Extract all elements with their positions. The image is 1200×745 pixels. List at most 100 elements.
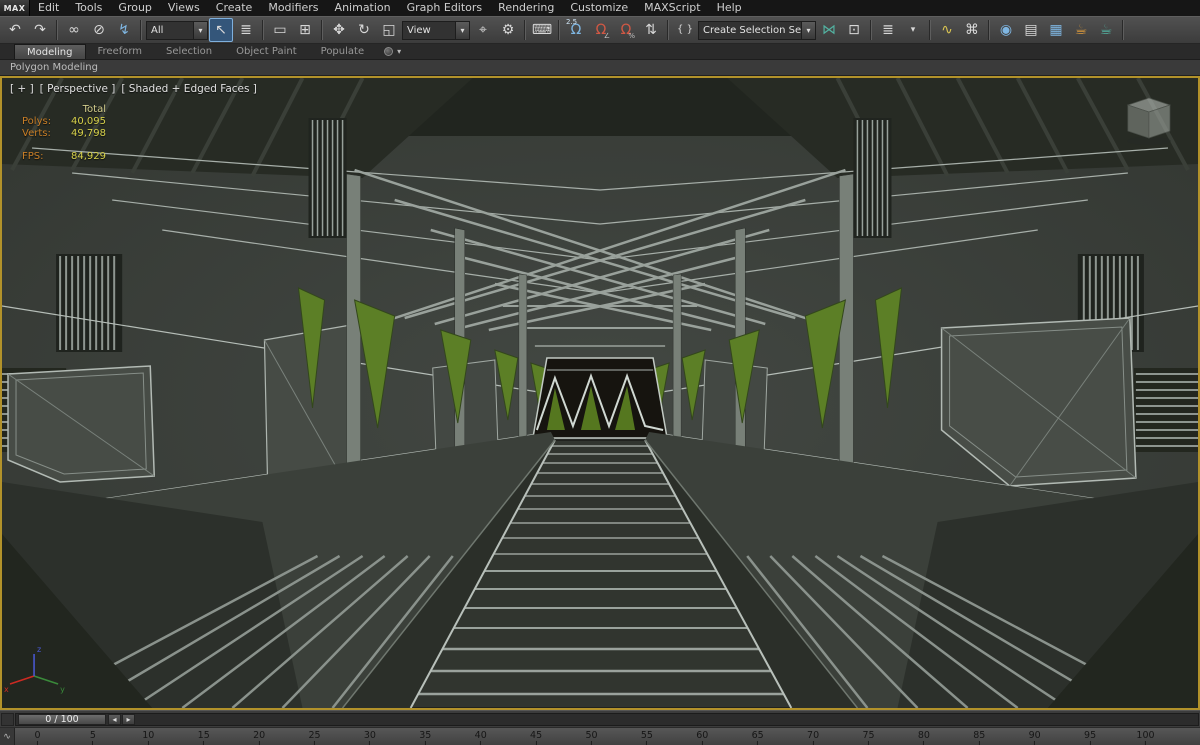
unlink-selection-icon[interactable]: ⊘ bbox=[87, 18, 111, 42]
trackbar-tick-95: 95 bbox=[1084, 730, 1096, 745]
mirror-icon[interactable]: ⋈ bbox=[817, 18, 841, 42]
angle-snap-icon[interactable]: Ω ∠ bbox=[589, 18, 613, 42]
menu-views[interactable]: Views bbox=[160, 0, 208, 16]
named-selection-sets-value: Create Selection Se bbox=[703, 24, 801, 36]
reference-coordinate-value: View bbox=[407, 24, 431, 36]
viewport-3d-scene[interactable]: x y z bbox=[2, 78, 1198, 708]
trackbar-tick-40: 40 bbox=[475, 730, 487, 745]
select-and-link-icon[interactable]: ∞ bbox=[62, 18, 86, 42]
percent-snap-icon[interactable]: Ω % bbox=[614, 18, 638, 42]
axis-z-label: z bbox=[37, 645, 41, 654]
ribbon-config-button[interactable] bbox=[384, 47, 394, 56]
schematic-view-icon[interactable]: ⌘ bbox=[960, 18, 984, 42]
time-slider-track[interactable]: 0 / 100 ◂ ▸ bbox=[15, 712, 1199, 726]
selection-filter-dropdown[interactable]: All ▾ bbox=[146, 20, 208, 40]
menu-group[interactable]: Group bbox=[110, 0, 160, 16]
render-iterative-icon[interactable]: ☕ bbox=[1094, 18, 1118, 42]
select-and-scale-icon[interactable]: ◱ bbox=[377, 18, 401, 42]
ribbon-tab-populate[interactable]: Populate bbox=[309, 44, 376, 59]
mini-curve-editor-icon[interactable]: ∿ bbox=[0, 728, 15, 745]
menubar-items: Edit Tools Group Views Create Modifiers Animat… bbox=[30, 0, 750, 16]
viewport-pov-menu[interactable]: [ Perspective ] bbox=[40, 83, 116, 95]
menu-animation[interactable]: Animation bbox=[327, 0, 399, 16]
application-button[interactable]: MAX bbox=[0, 0, 30, 16]
chevron-down-icon[interactable]: ▾ bbox=[455, 21, 469, 39]
bind-to-space-warp-icon[interactable]: ↯ bbox=[112, 18, 136, 42]
corridor-gate bbox=[531, 357, 669, 439]
trackbar-tick-75: 75 bbox=[862, 730, 875, 745]
edit-named-selection-sets-icon[interactable]: { } bbox=[673, 18, 697, 42]
time-slider-grip[interactable] bbox=[1, 712, 14, 726]
material-editor-icon[interactable]: ◉ bbox=[994, 18, 1018, 42]
menu-tools[interactable]: Tools bbox=[67, 0, 110, 16]
time-slider-handle[interactable]: 0 / 100 bbox=[18, 713, 106, 725]
menu-bar: MAX Edit Tools Group Views Create Modifiers An… bbox=[0, 0, 1200, 16]
ribbon-tab-object-paint[interactable]: Object Paint bbox=[224, 44, 309, 59]
named-selection-sets-dropdown[interactable]: Create Selection Se ▾ bbox=[698, 20, 816, 40]
toolbar-separator bbox=[56, 20, 58, 40]
select-and-manipulate-icon[interactable]: ⚙ bbox=[496, 18, 520, 42]
use-pivot-center-icon[interactable]: ⌖ bbox=[471, 18, 495, 42]
axis-x-label: x bbox=[4, 685, 9, 694]
rendered-frame-window-icon[interactable]: ▦ bbox=[1044, 18, 1068, 42]
select-object-button[interactable]: ↖ bbox=[209, 18, 233, 42]
menu-graph-editors[interactable]: Graph Editors bbox=[399, 0, 491, 16]
next-frame-icon[interactable]: ▸ bbox=[122, 713, 135, 725]
trackbar-tick-65: 65 bbox=[752, 730, 764, 745]
toolbar-separator bbox=[1122, 20, 1124, 40]
trackbar-tick-35: 35 bbox=[419, 730, 431, 745]
toolbar-separator bbox=[140, 20, 142, 40]
curve-editor-icon[interactable]: ∿ bbox=[935, 18, 959, 42]
previous-frame-icon[interactable]: ◂ bbox=[108, 713, 121, 725]
toolbar-separator bbox=[929, 20, 931, 40]
select-and-rotate-icon[interactable]: ↻ bbox=[352, 18, 376, 42]
ribbon-toggle-icon[interactable]: ▾ bbox=[901, 18, 925, 42]
undo-icon[interactable]: ↶ bbox=[3, 18, 27, 42]
ribbon-tab-selection[interactable]: Selection bbox=[154, 44, 224, 59]
perspective-viewport[interactable]: x y z [ + ] [ Perspective ] [ Shaded + E… bbox=[0, 76, 1200, 710]
snaps-mode-label: 2.5 bbox=[566, 18, 578, 26]
keyboard-override-icon[interactable]: ⌨ bbox=[530, 18, 554, 42]
align-icon[interactable]: ⊡ bbox=[842, 18, 866, 42]
track-bar-ruler[interactable]: 0 5 10 15 20 25 30 35 40 45 50 55 60 65 70 75 80 85 90 95 10… bbox=[15, 728, 1200, 745]
render-setup-icon[interactable]: ▤ bbox=[1019, 18, 1043, 42]
select-and-move-icon[interactable]: ✥ bbox=[327, 18, 351, 42]
track-bar: ∿ 0 5 10 15 20 25 30 35 40 45 50 55 60 65 70 75 80 85 90 95… bbox=[0, 727, 1200, 745]
chevron-down-icon[interactable]: ▾ bbox=[801, 21, 815, 39]
menu-modifiers[interactable]: Modifiers bbox=[260, 0, 326, 16]
stats-verts-label: Verts: bbox=[22, 128, 51, 139]
ribbon-config: ▾ bbox=[384, 44, 401, 59]
menu-create[interactable]: Create bbox=[208, 0, 261, 16]
snaps-toggle-icon[interactable]: 2.5 Ω bbox=[564, 18, 588, 42]
reference-coordinate-dropdown[interactable]: View ▾ bbox=[402, 20, 470, 40]
select-by-name-icon[interactable]: ≣ bbox=[234, 18, 258, 42]
menu-maxscript[interactable]: MAXScript bbox=[636, 0, 708, 16]
main-toolbar: ↶ ↷ ∞ ⊘ ↯ All ▾ ↖ ≣ ▭ ⊞ ✥ ↻ ◱ View ▾ ⌖ ⚙… bbox=[0, 16, 1200, 44]
ribbon-tab-modeling[interactable]: Modeling bbox=[14, 44, 86, 59]
menu-edit[interactable]: Edit bbox=[30, 0, 67, 16]
trackbar-tick-50: 50 bbox=[585, 730, 598, 745]
menu-customize[interactable]: Customize bbox=[562, 0, 636, 16]
stats-polys-value: 40,095 bbox=[71, 116, 106, 127]
rectangular-selection-region-icon[interactable]: ▭ bbox=[268, 18, 292, 42]
viewport-general-menu[interactable]: [ + ] bbox=[10, 83, 34, 95]
toolbar-separator bbox=[988, 20, 990, 40]
viewport-shading-menu[interactable]: [ Shaded + Edged Faces ] bbox=[121, 83, 257, 95]
trackbar-tick-30: 30 bbox=[364, 730, 376, 745]
layer-manager-icon[interactable]: ≣ bbox=[876, 18, 900, 42]
menu-rendering[interactable]: Rendering bbox=[490, 0, 562, 16]
window-crossing-icon[interactable]: ⊞ bbox=[293, 18, 317, 42]
spinner-snap-icon[interactable]: ⇅ bbox=[639, 18, 663, 42]
ribbon-panel-bar[interactable]: Polygon Modeling bbox=[0, 60, 1200, 76]
menu-help[interactable]: Help bbox=[709, 0, 750, 16]
ribbon-minimize-icon[interactable]: ▾ bbox=[397, 47, 401, 56]
trackbar-tick-60: 60 bbox=[696, 730, 708, 745]
redo-icon[interactable]: ↷ bbox=[28, 18, 52, 42]
toolbar-separator bbox=[667, 20, 669, 40]
chevron-down-icon[interactable]: ▾ bbox=[193, 21, 207, 39]
render-production-icon[interactable]: ☕ bbox=[1069, 18, 1093, 42]
trackbar-tick-100: 100 bbox=[1136, 730, 1155, 745]
ribbon-tabs-container: Modeling Freeform Selection Object Paint Pop… bbox=[14, 44, 376, 59]
ribbon-tab-freeform[interactable]: Freeform bbox=[86, 44, 155, 59]
time-slider-bar: 0 / 100 ◂ ▸ bbox=[0, 710, 1200, 727]
